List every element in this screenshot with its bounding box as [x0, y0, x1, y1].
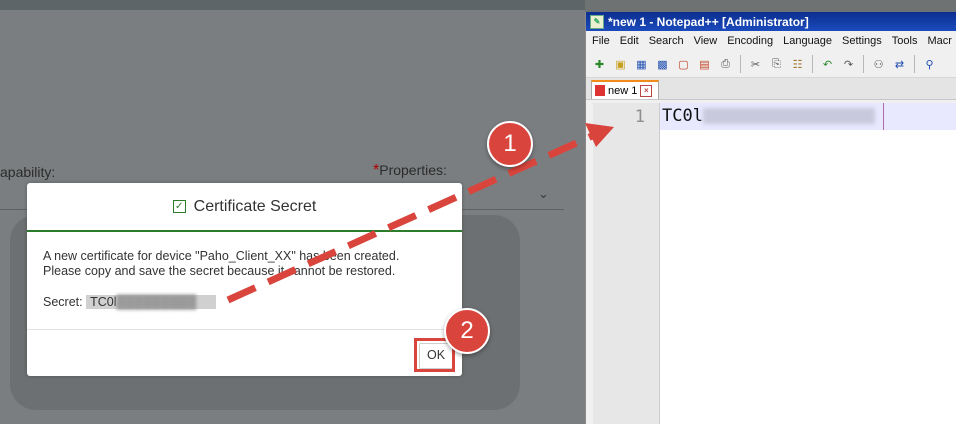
dialog-message-line2: Please copy and save the secret because … — [43, 264, 396, 278]
toolbar-separator — [863, 55, 864, 73]
menu-macro[interactable]: Macr — [927, 35, 951, 47]
notepadpp-window: ✎ *new 1 - Notepad++ [Administrator] Fil… — [585, 12, 956, 424]
open-file-icon[interactable]: ▣ — [612, 56, 629, 73]
dialog-message-line1: A new certificate for device "Paho_Clien… — [43, 249, 400, 263]
toolbar-separator — [914, 55, 915, 73]
toolbar-separator — [740, 55, 741, 73]
dialog-footer-divider — [27, 329, 462, 330]
save-icon[interactable]: ▦ — [633, 56, 650, 73]
find-icon[interactable]: ⚇ — [870, 56, 887, 73]
notepadpp-app-icon: ✎ — [590, 14, 604, 29]
redo-icon[interactable]: ↷ — [840, 56, 857, 73]
editor-text-visible: TC0l — [662, 106, 703, 126]
menu-search[interactable]: Search — [649, 35, 684, 47]
unsaved-file-icon — [595, 85, 605, 96]
editor-area[interactable]: 1 TC0l — [593, 103, 956, 424]
secret-value[interactable]: TC0l█████████ — [86, 295, 217, 309]
window-titlebar: ✎ *new 1 - Notepad++ [Administrator] — [586, 12, 956, 31]
cut-icon[interactable]: ✂ — [747, 56, 764, 73]
properties-label-wrap: *Properties: — [373, 162, 447, 180]
menu-language[interactable]: Language — [783, 35, 832, 47]
properties-label: Properties: — [379, 162, 447, 178]
menu-bar: File Edit Search View Encoding Language … — [586, 31, 956, 51]
chevron-down-icon[interactable]: ⌄ — [538, 186, 549, 202]
menu-edit[interactable]: Edit — [620, 35, 639, 47]
line-number: 1 — [634, 107, 645, 127]
menu-view[interactable]: View — [694, 35, 718, 47]
editor-text-redacted — [702, 108, 875, 124]
capability-label: apability: — [0, 164, 56, 180]
replace-icon[interactable]: ⇄ — [891, 56, 908, 73]
save-all-icon[interactable]: ▩ — [654, 56, 671, 73]
new-file-icon[interactable]: ✚ — [591, 56, 608, 73]
toolbar: ✚ ▣ ▦ ▩ ▢ ▤ ⎙ ✂ ⎘ ☷ ↶ ↷ ⚇ ⇄ ⚲ — [586, 51, 956, 78]
undo-icon[interactable]: ↶ — [819, 56, 836, 73]
dialog-message: A new certificate for device "Paho_Clien… — [43, 249, 453, 279]
text-caret — [883, 103, 884, 130]
secret-value-visible: TC0l — [90, 295, 117, 309]
step-1-badge: 1 — [487, 121, 533, 167]
dialog-title: Certificate Secret — [193, 197, 317, 215]
close-all-icon[interactable]: ▤ — [696, 56, 713, 73]
paste-icon[interactable]: ☷ — [789, 56, 806, 73]
close-icon[interactable]: ▢ — [675, 56, 692, 73]
tab-bar: new 1 × — [586, 78, 956, 100]
dialog-header: ✓ Certificate Secret — [27, 183, 462, 232]
menu-tools[interactable]: Tools — [892, 35, 918, 47]
secret-label: Secret: — [43, 295, 83, 309]
step-2-badge: 2 — [444, 308, 490, 354]
line-number-gutter: 1 — [593, 103, 660, 424]
tab-close-icon[interactable]: × — [640, 84, 653, 97]
menu-settings[interactable]: Settings — [842, 35, 882, 47]
toolbar-separator — [812, 55, 813, 73]
menu-encoding[interactable]: Encoding — [727, 35, 773, 47]
secret-row: Secret: TC0l█████████ — [43, 295, 217, 309]
menu-file[interactable]: File — [592, 35, 610, 47]
tab-new-1[interactable]: new 1 × — [591, 80, 659, 99]
editor-line-1: TC0l — [662, 106, 875, 126]
copy-icon[interactable]: ⎘ — [768, 56, 785, 73]
zoom-icon[interactable]: ⚲ — [921, 56, 938, 73]
checkbox-icon: ✓ — [172, 200, 186, 213]
tab-label: new 1 — [608, 84, 638, 97]
secret-value-redacted: █████████ — [116, 295, 197, 309]
window-title: *new 1 - Notepad++ [Administrator] — [608, 14, 809, 29]
app-header-strip — [0, 0, 585, 10]
print-icon[interactable]: ⎙ — [717, 56, 734, 73]
certificate-secret-dialog: ✓ Certificate Secret A new certificate f… — [27, 183, 462, 376]
